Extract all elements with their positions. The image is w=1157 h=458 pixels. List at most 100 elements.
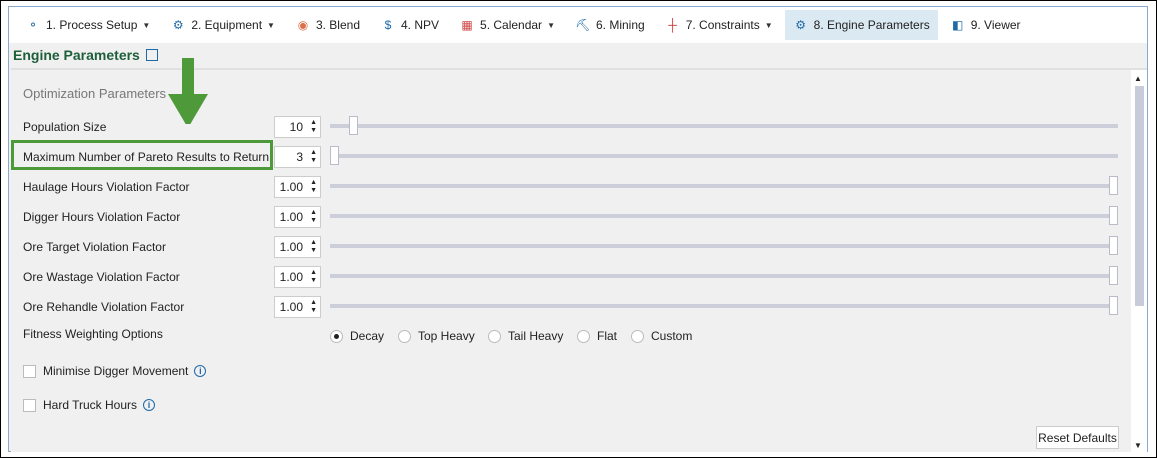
viewer-icon: ◧ (952, 18, 964, 32)
param-value: 1.00 (279, 180, 303, 194)
param-label: Ore Wastage Violation Factor (23, 270, 180, 284)
tab-label: 8. Engine Parameters (813, 18, 930, 32)
slider-thumb[interactable] (1109, 206, 1118, 225)
checkbox[interactable] (23, 364, 36, 378)
radio-circle[interactable] (398, 329, 411, 343)
param-label: Maximum Number of Pareto Results to Retu… (23, 150, 270, 164)
info-icon[interactable]: i (194, 365, 207, 377)
constraints-icon: ┼ (668, 18, 677, 32)
checkbox-item[interactable]: Hard Truck Hours i (23, 398, 156, 412)
tab-1[interactable]: ⚬ 1. Process Setup ▼ (17, 10, 158, 40)
radio-label: Custom (651, 329, 693, 343)
gear-icon: ⚙ (795, 18, 807, 32)
param-slider[interactable] (330, 116, 1118, 135)
slider-thumb[interactable] (1109, 296, 1118, 315)
tab-label: 7. Constraints (685, 18, 760, 32)
param-slider[interactable] (330, 266, 1118, 285)
param-spinbox[interactable]: 1.00 ▲ ▼ (274, 176, 321, 198)
param-slider[interactable] (330, 176, 1118, 195)
checkbox-label: Minimise Digger Movement (43, 364, 189, 378)
slider-thumb[interactable] (330, 146, 339, 165)
param-spinbox[interactable]: 1.00 ▲ ▼ (274, 296, 321, 318)
spin-arrows-icon[interactable]: ▲ ▼ (310, 299, 317, 315)
slider-thumb[interactable] (1109, 176, 1118, 195)
param-slider[interactable] (330, 296, 1118, 315)
radio-top-heavy[interactable]: Top Heavy (398, 329, 475, 343)
radio-label: Flat (597, 329, 618, 343)
tab-label: 3. Blend (315, 18, 360, 32)
param-slider[interactable] (330, 146, 1118, 165)
slider-thumb[interactable] (1109, 236, 1118, 255)
param-value: 3 (296, 150, 303, 164)
param-spinbox[interactable]: 1.00 ▲ ▼ (274, 236, 321, 258)
checkbox-item[interactable]: Minimise Digger Movement i (23, 364, 207, 378)
tab-7[interactable]: ┼ 7. Constraints ▼ (657, 10, 781, 40)
chevron-down-icon[interactable]: ▼ (267, 21, 275, 30)
radio-custom[interactable]: Custom (631, 329, 692, 343)
param-value: 1.00 (279, 300, 303, 314)
radio-label: Tail Heavy (508, 329, 564, 343)
info-icon[interactable]: i (143, 399, 156, 411)
param-value: 1.00 (279, 210, 303, 224)
param-spinbox[interactable]: 1.00 ▲ ▼ (274, 206, 321, 228)
slider-thumb[interactable] (349, 116, 359, 135)
param-spinbox[interactable]: 10 ▲ ▼ (274, 116, 321, 138)
tab-3[interactable]: ◉ 3. Blend (287, 10, 368, 40)
param-label: Ore Target Violation Factor (23, 240, 166, 254)
radio-circle[interactable] (577, 329, 590, 343)
tab-label: 6. Mining (595, 18, 645, 32)
tab-9[interactable]: ◧ 9. Viewer (942, 10, 1029, 40)
tab-4[interactable]: $4. NPV (372, 10, 447, 40)
param-spinbox[interactable]: 1.00 ▲ ▼ (274, 266, 321, 288)
checkbox-label: Hard Truck Hours (43, 398, 138, 412)
tab-6[interactable]: ⛏ 6. Mining (567, 10, 653, 40)
checkbox[interactable] (23, 398, 36, 412)
popout-icon[interactable] (145, 49, 158, 61)
spin-arrows-icon[interactable]: ▲ ▼ (310, 149, 317, 165)
spin-arrows-icon[interactable]: ▲ ▼ (310, 119, 317, 135)
dollar-icon: $ (384, 18, 392, 32)
tab-label: 2. Equipment (191, 18, 263, 32)
radio-label: Top Heavy (418, 329, 475, 343)
arrow-down-icon (168, 58, 208, 124)
spin-arrows-icon[interactable]: ▲ ▼ (310, 209, 317, 225)
radio-label: Decay (350, 329, 385, 343)
tab-8[interactable]: ⚙ 8. Engine Parameters (784, 10, 938, 40)
param-spinbox[interactable]: 3 ▲ ▼ (274, 146, 321, 168)
spin-arrows-icon[interactable]: ▲ ▼ (310, 179, 317, 195)
tab-2[interactable]: ⚙ 2. Equipment ▼ (162, 10, 283, 40)
chevron-down-icon[interactable]: ▼ (765, 21, 773, 30)
tab-label: 4. NPV (401, 18, 440, 32)
radio-circle[interactable] (488, 329, 501, 343)
tab-label: 1. Process Setup (46, 18, 138, 32)
reset-defaults-button[interactable]: Reset Defaults (1036, 426, 1119, 449)
param-label: Population Size (23, 120, 107, 134)
scroll-down-icon[interactable]: ▼ (1134, 441, 1142, 450)
param-slider[interactable] (330, 236, 1118, 255)
app-frame: ⚬ 1. Process Setup ▼ ⚙ 2. Equipment ▼ ◉ 3. Blen… (8, 6, 1148, 452)
page-title-text: Engine Parameters (13, 47, 140, 63)
param-value: 1.00 (279, 270, 303, 284)
mining-icon: ⛏ (575, 18, 591, 32)
radio-flat[interactable]: Flat (577, 329, 617, 343)
chevron-down-icon[interactable]: ▼ (547, 21, 555, 30)
spin-arrows-icon[interactable]: ▲ ▼ (310, 269, 317, 285)
equipment-icon: ⚙ (172, 18, 184, 32)
radio-circle[interactable] (330, 329, 343, 343)
param-label: Ore Rehandle Violation Factor (23, 300, 185, 314)
page-title: Engine Parameters (13, 47, 158, 63)
param-label: Haulage Hours Violation Factor (23, 180, 190, 194)
radio-circle[interactable] (631, 329, 644, 343)
slider-thumb[interactable] (1109, 266, 1118, 285)
spin-arrows-icon[interactable]: ▲ ▼ (310, 239, 317, 255)
scrollbar-thumb[interactable] (1135, 86, 1144, 306)
tab-5[interactable]: ▦ 5. Calendar ▼ (451, 10, 563, 40)
param-slider[interactable] (330, 206, 1118, 225)
tab-bar: ⚬ 1. Process Setup ▼ ⚙ 2. Equipment ▼ ◉ 3. Blen… (9, 7, 1147, 43)
radio-decay[interactable]: Decay (330, 329, 384, 343)
radio-tail-heavy[interactable]: Tail Heavy (488, 329, 563, 343)
scroll-up-icon[interactable]: ▲ (1134, 74, 1142, 83)
param-value: 10 (289, 120, 303, 134)
vertical-scrollbar[interactable]: ▲ ▼ (1131, 70, 1147, 452)
chevron-down-icon[interactable]: ▼ (142, 21, 150, 30)
